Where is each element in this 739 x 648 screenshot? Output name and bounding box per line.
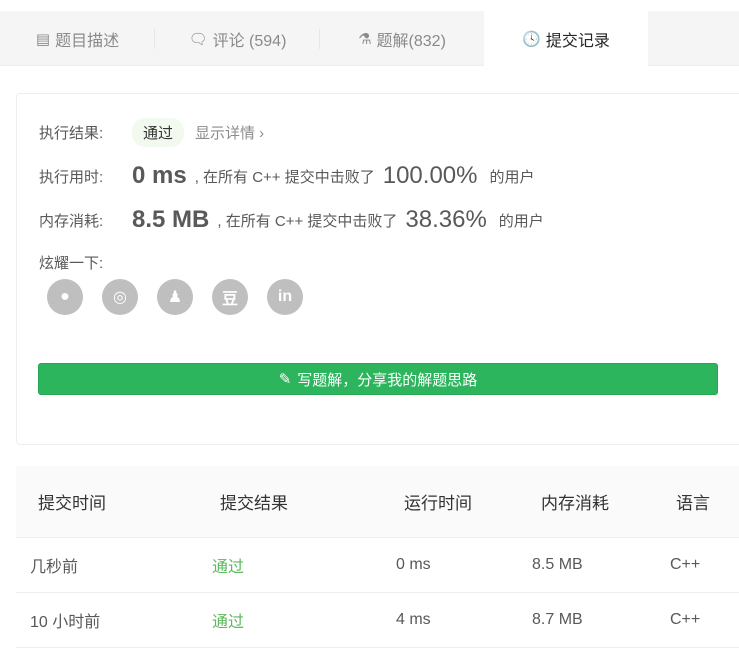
- comment-icon: 🗨: [188, 30, 208, 48]
- write-solution-button[interactable]: ✎ 写题解，分享我的解题思路: [38, 363, 718, 395]
- linkedin-icon[interactable]: in: [267, 279, 303, 315]
- wechat-icon[interactable]: ●: [47, 279, 83, 315]
- tab-submissions[interactable]: 🕓 提交记录: [484, 11, 648, 67]
- status-badge: 通过: [132, 118, 185, 147]
- weibo-icon[interactable]: ◎: [102, 279, 138, 315]
- qq-icon[interactable]: ♟: [157, 279, 193, 315]
- tab-bar: ▤ 题目描述 🗨 评论 (594) ⚗ 题解(832) 🕓 提交记录: [0, 11, 739, 67]
- result-link[interactable]: 通过: [196, 553, 386, 577]
- runtime-row: 执行用时: 0 ms , 在所有 C++ 提交中击败了 100.00% 的用户: [39, 162, 535, 189]
- share-label: 炫耀一下:: [39, 255, 104, 272]
- show-details-link[interactable]: 显示详情 ›: [195, 122, 264, 143]
- result-card: 执行结果: 通过 显示详情 › 执行用时: 0 ms , 在所有 C++ 提交中…: [16, 93, 739, 445]
- pencil-icon: ✎: [278, 371, 292, 388]
- flask-icon: ⚗: [358, 30, 372, 48]
- result-row: 执行结果: 通过 显示详情 ›: [39, 118, 264, 147]
- table-header: 提交时间 提交结果 运行时间 内存消耗 语言: [16, 466, 739, 538]
- tab-description[interactable]: ▤ 题目描述: [0, 11, 155, 66]
- clock-icon: 🕓: [522, 31, 541, 48]
- result-link[interactable]: 通过: [196, 608, 386, 632]
- description-icon: ▤: [35, 30, 51, 48]
- tab-comments[interactable]: 🗨 评论 (594): [155, 11, 320, 66]
- submissions-table: 提交时间 提交结果 运行时间 内存消耗 语言 几秒前 通过 0 ms 8.5 M…: [16, 466, 739, 648]
- memory-row: 内存消耗: 8.5 MB , 在所有 C++ 提交中击败了 38.36% 的用户: [39, 206, 544, 233]
- table-row: 几秒前 通过 0 ms 8.5 MB C++: [16, 538, 739, 593]
- share-icons: ● ◎ ♟ 豆 in: [47, 279, 303, 315]
- table-row: 10 小时前 通过 4 ms 8.7 MB C++: [16, 593, 739, 648]
- tab-solutions[interactable]: ⚗ 题解(832): [320, 11, 484, 66]
- douban-icon[interactable]: 豆: [212, 279, 248, 315]
